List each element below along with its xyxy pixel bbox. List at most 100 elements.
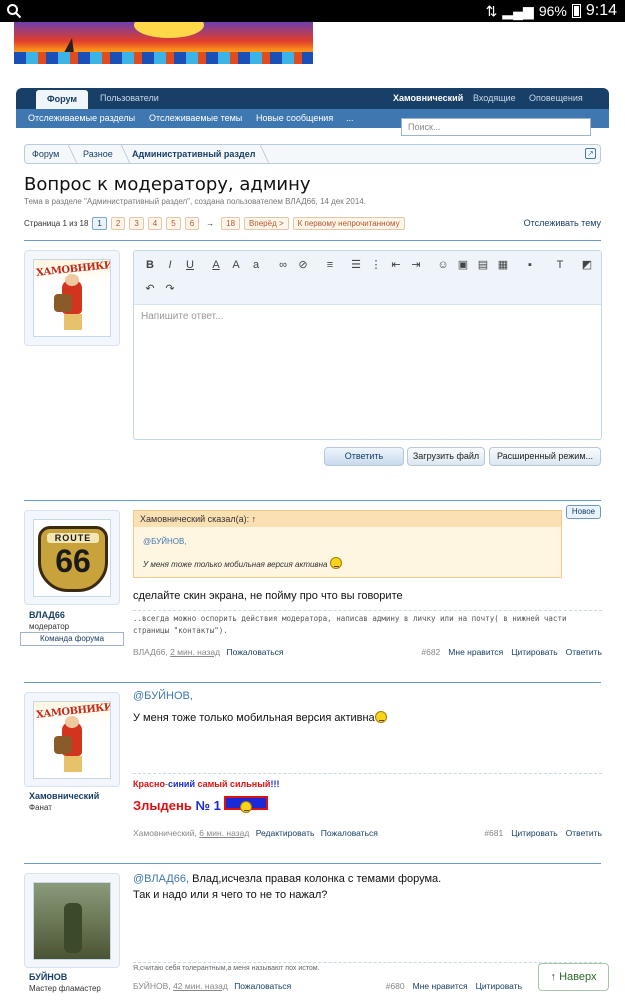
battery-icon (571, 4, 581, 18)
avatar[interactable] (33, 882, 111, 960)
tab-forum[interactable]: Форум (36, 90, 88, 109)
italic-icon[interactable]: I (164, 259, 176, 271)
alerts-link[interactable]: Оповещения (529, 93, 583, 103)
bullet-list-icon[interactable]: ☰ (350, 259, 362, 271)
post-author-name[interactable]: Хамовнический (29, 791, 99, 801)
meta-time[interactable]: 42 мин. назад (173, 981, 228, 991)
quote-header[interactable]: Хамовнический сказал(а): ↑ (134, 511, 561, 527)
reply-editor: B I U A A a ∞ ⊘ ≡ ☰ ⋮ ⇤ ⇥ ☺ ▣ ▤ ▦ ▪ T ◩ … (133, 250, 602, 440)
smilie-icon[interactable]: ☺ (437, 259, 449, 271)
post-author-name[interactable]: ВЛАД66 (29, 610, 69, 620)
post-meta: БУЙНОВ, 42 мин. назад Пожаловаться #680 … (133, 981, 602, 991)
watch-thread-link[interactable]: Отслеживать тему (524, 218, 601, 228)
avatar-image: ХАМОВНИКИ (34, 260, 110, 336)
popout-icon[interactable]: ↗ (585, 148, 596, 159)
editor-toolbar: B I U A A a ∞ ⊘ ≡ ☰ ⋮ ⇤ ⇥ ☺ ▣ ▤ ▦ ▪ T ◩ … (134, 251, 601, 305)
page-link-last[interactable]: 18 (221, 217, 241, 230)
reply-link[interactable]: Ответить (566, 828, 602, 838)
more-links[interactable]: ... (346, 113, 354, 123)
post-number[interactable]: #680 (386, 981, 405, 991)
like-link[interactable]: Мне нравится (448, 647, 503, 657)
pagination: Страница 1 из 18 1 2 3 4 5 6 → 18 Вперёд… (24, 217, 405, 230)
first-unread-button[interactable]: К первому непрочитанному (292, 217, 405, 230)
page-link-3[interactable]: 3 (129, 217, 144, 230)
reply-link[interactable]: Ответить (566, 647, 602, 657)
meta-author[interactable]: Хамовнический, (133, 828, 197, 838)
unlink-icon[interactable]: ⊘ (297, 259, 309, 271)
meta-time[interactable]: 6 мин. назад (199, 828, 249, 838)
search-input[interactable]: Поиск... (401, 118, 591, 136)
quote-link[interactable]: Цитировать (511, 647, 557, 657)
indent-icon[interactable]: ⇥ (410, 259, 422, 271)
inbox-link[interactable]: Входящие (473, 93, 516, 103)
align-icon[interactable]: ≡ (324, 259, 336, 271)
sig-red-2: самый сильный (197, 779, 271, 789)
remove-format-icon[interactable]: T (554, 259, 566, 271)
divider (24, 240, 601, 241)
system-status-bar: ⇅ ▂▄▆ 96% 9:14 (0, 0, 625, 22)
reply-button[interactable]: Ответить (324, 447, 404, 466)
outdent-icon[interactable]: ⇤ (390, 259, 402, 271)
post-text-content: У меня тоже только мобильная версия акти… (133, 712, 375, 724)
report-link[interactable]: Пожаловаться (226, 647, 283, 657)
page-link-1[interactable]: 1 (92, 217, 107, 230)
post-author: БУЙНОВ Мастер фламастер (29, 972, 101, 993)
user-menu-link[interactable]: Хамовнический (393, 93, 463, 103)
meta-author[interactable]: БУЙНОВ, (133, 981, 171, 991)
page-link-2[interactable]: 2 (110, 217, 126, 230)
report-link[interactable]: Пожаловаться (234, 981, 291, 991)
next-page-button[interactable]: Вперёд > (244, 217, 289, 230)
report-link[interactable]: Пожаловаться (321, 828, 378, 838)
redo-icon[interactable]: ↷ (164, 283, 176, 295)
watched-threads-link[interactable]: Отслеживаемые темы (149, 113, 242, 123)
font-size-icon[interactable]: A (230, 259, 242, 271)
meta-author[interactable]: ВЛАД66, (133, 647, 168, 657)
font-family-icon[interactable]: a (250, 259, 262, 271)
watched-forums-link[interactable]: Отслеживаемые разделы (28, 113, 135, 123)
breadcrumb-forum[interactable]: Форум (32, 149, 59, 159)
bb-code-icon[interactable]: ◩ (581, 259, 593, 271)
upload-file-button[interactable]: Загрузить файл (407, 447, 485, 466)
tab-users[interactable]: Пользователи (100, 93, 159, 103)
quote-link[interactable]: Цитировать (476, 981, 522, 991)
sig-exclaim: !!! (270, 779, 280, 789)
post-author-name[interactable]: БУЙНОВ (29, 972, 101, 982)
smile-icon (329, 557, 342, 569)
meta-time[interactable]: 2 мин. назад (170, 647, 220, 657)
edit-link[interactable]: Редактировать (256, 828, 315, 838)
post-mention[interactable]: @ВЛАД66, (133, 873, 189, 885)
page-link-6[interactable]: 6 (184, 217, 200, 230)
forum-logo-banner[interactable] (14, 22, 313, 64)
quote-block: Хамовнический сказал(а): ↑ @БУЙНОВ, У ме… (133, 510, 562, 578)
media-icon[interactable]: ▤ (477, 259, 489, 271)
back-to-top-button[interactable]: ↑ Наверх (538, 963, 609, 991)
breadcrumb-admin-section[interactable]: Административный раздел (132, 149, 255, 159)
underline-icon[interactable]: U (184, 259, 196, 271)
search-icon[interactable] (6, 3, 22, 19)
quote-icon[interactable]: ▦ (497, 259, 509, 271)
avatar[interactable]: ROUTE 66 (33, 519, 111, 597)
reply-textarea[interactable]: Напишите ответ... (141, 311, 223, 322)
sig-line2-red: Злыдень (133, 798, 192, 813)
breadcrumb-misc[interactable]: Разное (83, 149, 113, 159)
post-number[interactable]: #681 (484, 828, 503, 838)
undo-icon[interactable]: ↶ (144, 283, 156, 295)
avatar[interactable]: ХАМОВНИКИ (33, 701, 111, 779)
new-posts-link[interactable]: Новые сообщения (256, 113, 333, 123)
save-draft-icon[interactable]: ▪ (524, 259, 536, 271)
advanced-mode-button[interactable]: Расширенный режим... (489, 447, 601, 466)
page-link-5[interactable]: 5 (166, 217, 181, 230)
like-link[interactable]: Мне нравится (413, 981, 468, 991)
numbered-list-icon[interactable]: ⋮ (370, 259, 382, 271)
page-link-4[interactable]: 4 (147, 217, 163, 230)
post-number[interactable]: #682 (421, 647, 440, 657)
bold-icon[interactable]: B (144, 259, 156, 271)
divider (24, 863, 601, 864)
avatar[interactable]: ХАМОВНИКИ (33, 259, 111, 337)
new-badge: Новое (566, 505, 601, 519)
image-icon[interactable]: ▣ (457, 259, 469, 271)
quote-link[interactable]: Цитировать (511, 828, 557, 838)
post-mention[interactable]: @БУЙНОВ, (133, 690, 193, 702)
text-color-icon[interactable]: A (210, 259, 222, 271)
link-icon[interactable]: ∞ (277, 259, 289, 271)
